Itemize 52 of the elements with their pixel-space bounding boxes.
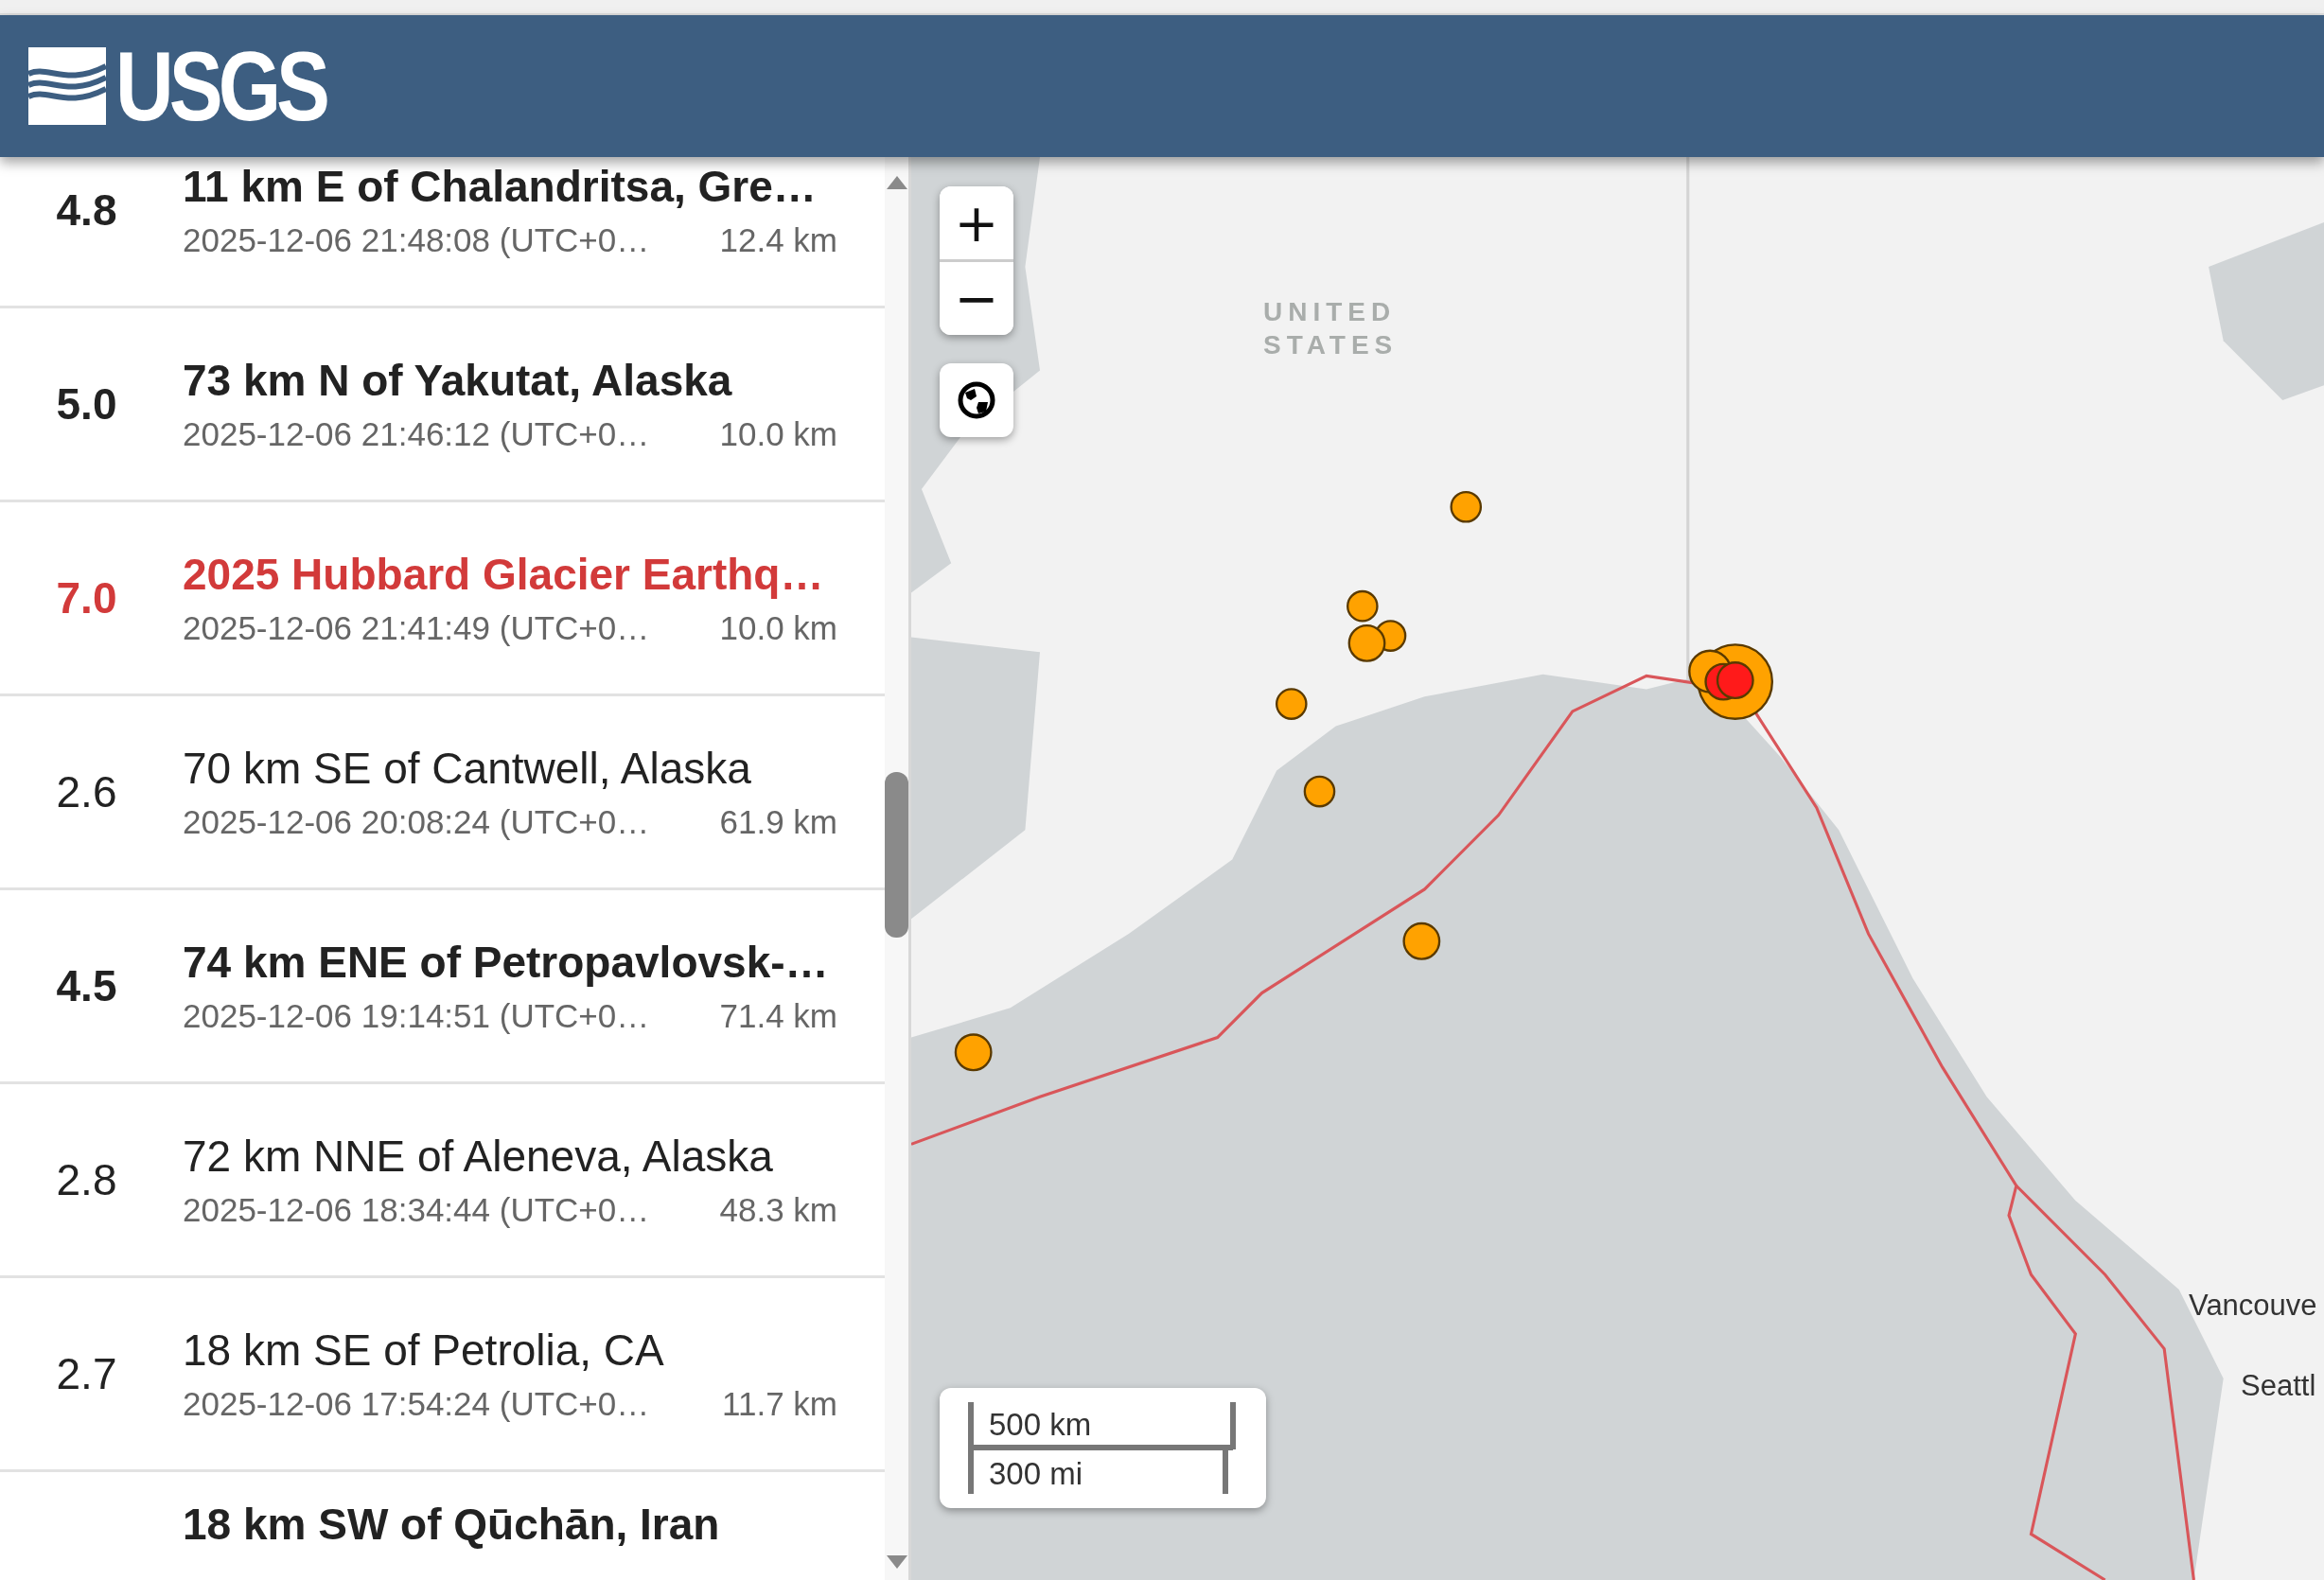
earthquake-marker[interactable] bbox=[1347, 589, 1379, 623]
event-title: 18 km SE of Petrolia, CA bbox=[183, 1325, 665, 1376]
zoom-in-button[interactable]: + bbox=[940, 186, 1013, 259]
magnitude: 2.7 bbox=[55, 1348, 118, 1399]
event-title: 74 km ENE of Petropavlovsk-… bbox=[183, 937, 830, 988]
event-title: 72 km NNE of Aleneva, Alaska bbox=[183, 1131, 774, 1182]
event-time: 2025-12-06 20:08:24 (UTC+0… bbox=[183, 803, 650, 841]
event-time: 2025-12-06 17:54:24 (UTC+0… bbox=[183, 1385, 650, 1423]
country-label: UNITED STATES bbox=[1263, 296, 1400, 361]
magnitude: 4.8 bbox=[55, 184, 118, 236]
scale-label: 500 km bbox=[989, 1407, 1092, 1443]
magnitude: 2.6 bbox=[55, 766, 118, 817]
event-time: 2025-12-06 19:14:51 (UTC+0… bbox=[183, 997, 650, 1035]
event-title: 2025 Hubbard Glacier Earthq… bbox=[183, 549, 825, 600]
zoom-out-button[interactable]: − bbox=[940, 262, 1013, 335]
event-title: 73 km N of Yakutat, Alaska bbox=[183, 355, 733, 406]
event-time: 2025-12-06 21:41:49 (UTC+0… bbox=[183, 609, 650, 647]
scroll-down-icon[interactable] bbox=[884, 1554, 909, 1571]
globe-button[interactable] bbox=[940, 363, 1013, 437]
scale-label: 300 mi bbox=[989, 1456, 1083, 1492]
earthquake-marker[interactable] bbox=[954, 1033, 993, 1072]
magnitude: 4.5 bbox=[55, 960, 118, 1011]
event-depth: 61.9 km bbox=[719, 803, 837, 841]
earthquake-marker[interactable] bbox=[1303, 775, 1336, 808]
globe-icon bbox=[958, 381, 995, 419]
wave-logo-icon bbox=[28, 47, 106, 125]
event-depth: 48.3 km bbox=[719, 1191, 837, 1229]
event-time: 2025-12-06 21:46:12 (UTC+0… bbox=[183, 415, 650, 453]
scrollbar[interactable] bbox=[885, 157, 908, 1580]
event-time: 2025-12-06 21:48:08 (UTC+0… bbox=[183, 221, 650, 259]
magnitude: 7.0 bbox=[55, 572, 118, 623]
event-title: 70 km SE of Cantwell, Alaska bbox=[183, 743, 752, 794]
earthquake-marker[interactable] bbox=[1450, 490, 1483, 523]
city-label: Vancouve bbox=[2189, 1289, 2317, 1323]
magnitude: 5.0 bbox=[55, 378, 118, 430]
event-depth: 11.7 km bbox=[722, 1385, 837, 1423]
event-title: 11 km E of Chalandritsa, Gre… bbox=[183, 161, 818, 212]
event-depth: 10.0 km bbox=[719, 415, 837, 453]
event-depth: 12.4 km bbox=[719, 221, 837, 259]
magnitude: 2.8 bbox=[55, 1154, 118, 1205]
scale-bar-icon bbox=[968, 1402, 1236, 1494]
scroll-thumb[interactable] bbox=[885, 772, 908, 938]
earthquake-marker[interactable] bbox=[1402, 922, 1441, 960]
city-label: Seattl bbox=[2241, 1369, 2316, 1403]
earthquake-marker[interactable] bbox=[1275, 688, 1308, 720]
event-depth: 10.0 km bbox=[719, 609, 837, 647]
earthquake-marker[interactable] bbox=[1347, 623, 1386, 662]
event-depth: 71.4 km bbox=[719, 997, 837, 1035]
event-time: 2025-12-06 18:34:44 (UTC+0… bbox=[183, 1191, 650, 1229]
event-title: 18 km SW of Qūchān, Iran bbox=[183, 1499, 721, 1550]
scroll-up-icon[interactable] bbox=[884, 174, 909, 191]
logo-text[interactable]: USGS bbox=[115, 37, 326, 135]
